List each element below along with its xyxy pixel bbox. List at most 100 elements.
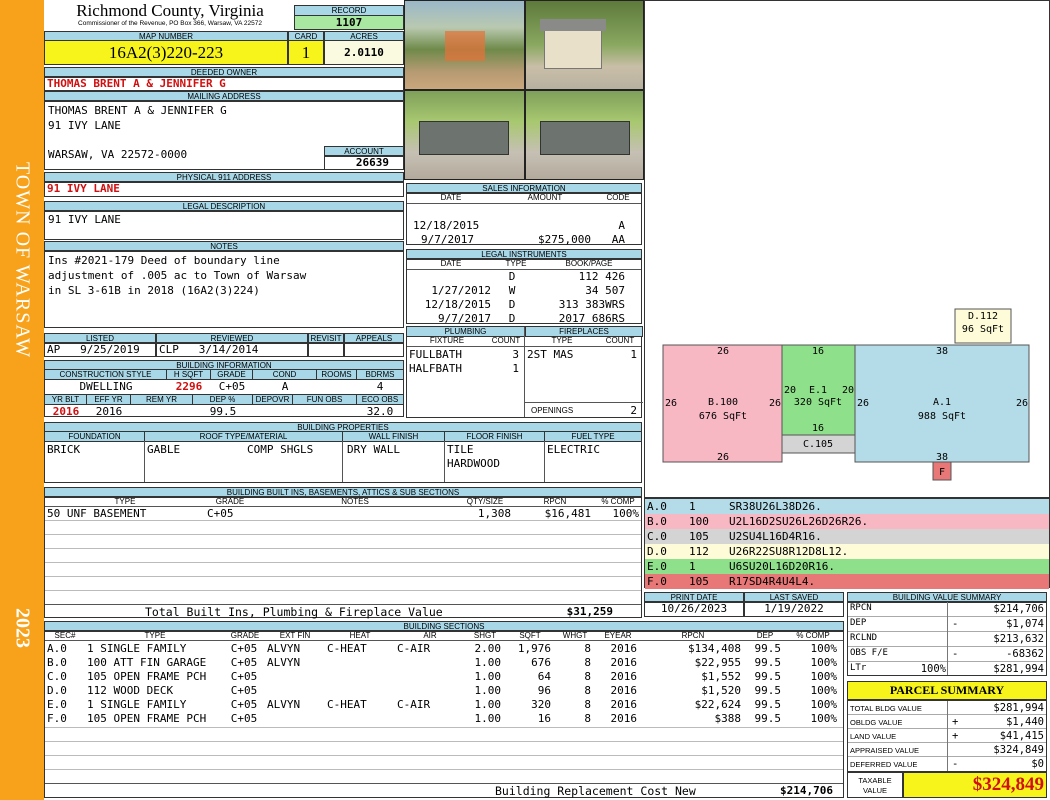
- plumbing-fireplaces: PLUMBING FIREPLACES FIXTURE COUNT TYPE C…: [406, 326, 643, 418]
- inst-book-header: BOOK/PAGE: [565, 259, 613, 268]
- b-dim-right: 26: [769, 398, 781, 409]
- inst-row: 12/18/2015 D 313 383WRS: [407, 298, 643, 312]
- county-header: Richmond County, Virginia Commissioner o…: [46, 2, 294, 28]
- section-cell: F.0: [47, 712, 67, 725]
- sections-col-header: EXT FIN: [279, 631, 311, 640]
- vs-ltr-label: LTr: [850, 663, 867, 673]
- roof-type-value: GABLE: [147, 443, 181, 456]
- inst-date: 9/7/2017: [438, 312, 491, 325]
- photo-house-a: [419, 121, 509, 155]
- e-area: 320 SqFt: [794, 397, 842, 408]
- property-photo-2[interactable]: [525, 0, 644, 90]
- appeals-value: [344, 342, 404, 357]
- mail-line-2: 91 IVY LANE: [48, 119, 121, 132]
- sections-col-header: GRADE: [230, 631, 260, 640]
- inst-type-header: TYPE: [505, 259, 527, 268]
- section-cell: C-HEAT: [327, 642, 367, 655]
- section-cell: 2016: [610, 698, 638, 711]
- section-cell: 2016: [610, 642, 638, 655]
- section-cell: 8: [584, 670, 591, 683]
- bdrms-header: BDRMS: [357, 370, 403, 380]
- props-table: FOUNDATION ROOF TYPE/MATERIAL WALL FINIS…: [44, 431, 642, 483]
- vs-obs-value: -68362: [1006, 648, 1044, 660]
- section-cell: 2016: [610, 684, 638, 697]
- d-area: 96 SqFt: [962, 324, 1004, 335]
- physical-address: 91 IVY LANE: [44, 181, 404, 197]
- county-title: Richmond County, Virginia: [76, 1, 264, 20]
- code-id: A.0: [647, 500, 667, 513]
- building-sketch: D.112 96 SqFt 26 26 26 26 B.100 676 SqFt…: [662, 308, 1030, 481]
- section-cell: C+05: [230, 642, 258, 655]
- section-cell: $1,552: [701, 670, 741, 683]
- ps-land-label: LAND VALUE: [850, 732, 897, 741]
- sales-table: DATE AMOUNT CODE 12/18/2015 A 9/7/2017 $…: [406, 192, 642, 246]
- section-cell: 105 OPEN FRAME PCH: [87, 712, 207, 725]
- b-dim-bottom: 26: [717, 452, 729, 463]
- last-saved-value: 1/19/2022: [744, 601, 844, 617]
- section-cell: $1,520: [701, 684, 741, 697]
- physical-address-text: 91 IVY LANE: [47, 182, 120, 195]
- inst-type: D: [508, 312, 516, 325]
- code-path: U2L16D2SU26L26D26R26.: [729, 515, 869, 528]
- note-line-2: adjustment of .005 ac to Town of Warsaw: [48, 269, 307, 282]
- taxable-label-1: TAXABLE: [858, 776, 892, 785]
- photo-fence: [445, 31, 485, 61]
- section-cell: 105 OPEN FRAME PCH: [87, 670, 207, 683]
- inst-type: D: [508, 298, 516, 311]
- sections-col-header: RPCN: [681, 631, 705, 640]
- sketch-code-row: A.0 1 SR38U26L38D26.: [645, 499, 1049, 514]
- sections-col-header: AIR: [423, 631, 437, 640]
- section-cell: 99.5: [754, 698, 782, 711]
- sections-header-row: SEC# TYPE GRADE EXT FIN HEAT AIR SHGT SQFT WHGT E…: [45, 631, 843, 641]
- funobs-header: FUN OBS: [293, 394, 357, 405]
- code-id: D.0: [647, 545, 667, 558]
- property-photo-4[interactable]: [525, 90, 644, 180]
- effyr-value: 2016: [95, 405, 123, 418]
- instruments-table: DATE TYPE BOOK/PAGE D 112 426 1/27/2012 W 3…: [406, 258, 643, 325]
- section-cell: C-AIR: [397, 642, 431, 655]
- hsqft-header: H SQFT: [167, 370, 211, 380]
- bdrms-value: 4: [376, 380, 384, 393]
- grade-header: GRADE: [211, 370, 253, 380]
- a-area: 988 SqFt: [918, 411, 966, 422]
- property-photo-1[interactable]: [404, 0, 525, 90]
- cond-value: A: [281, 380, 289, 393]
- section-cell: 99.5: [754, 670, 782, 683]
- reviewed-value: CLP 3/14/2014: [156, 342, 308, 357]
- section-cell: 2016: [610, 712, 638, 725]
- revisit-value: [308, 342, 344, 357]
- code-num: 105: [689, 575, 709, 588]
- inst-date-header: DATE: [440, 259, 462, 268]
- sections-col-header: DEP: [756, 631, 774, 640]
- section-cell: C.0: [47, 670, 67, 683]
- property-photo-3[interactable]: [404, 90, 525, 180]
- section-cell: 100%: [810, 684, 838, 697]
- town-label: TOWN OF WARSAW: [11, 161, 34, 359]
- section-cell: 99.5: [754, 684, 782, 697]
- year-label: 2023: [11, 608, 34, 648]
- print-date-value: 10/26/2023: [644, 601, 744, 617]
- note-line-1: Ins #2021-179 Deed of boundary line: [48, 254, 280, 267]
- ps-ob-value: $1,440: [1006, 716, 1044, 728]
- ps-ob-label: OBLDG VALUE: [850, 718, 903, 727]
- fixture-1-count: 3: [512, 348, 519, 361]
- foundation-value: BRICK: [47, 443, 81, 456]
- inst-book: 34 507: [585, 284, 625, 297]
- openings-value: 2: [630, 404, 637, 417]
- section-cell: 8: [584, 712, 591, 725]
- ps-appr-label: APPRAISED VALUE: [850, 746, 920, 755]
- sections-table: SEC# TYPE GRADE EXT FIN HEAT AIR SHGT SQFT WHGT E…: [44, 630, 844, 798]
- section-row: E.0 1 SINGLE FAMILY C+05 ALVYN C-HEAT C-AIR 1.…: [45, 698, 843, 712]
- parcel-summary-title: PARCEL SUMMARY: [847, 681, 1047, 700]
- rooms-header: ROOMS: [317, 370, 357, 380]
- dep-header: DEP %: [193, 394, 253, 405]
- section-cell: ALVYN: [267, 642, 301, 655]
- section-cell: D.0: [47, 684, 67, 697]
- e-dim-left: 20: [784, 385, 796, 396]
- builtins-total-value: $31,259: [566, 605, 613, 618]
- code-path: U6SU20L16D20R16.: [729, 560, 835, 573]
- code-list: A.0 1 SR38U26L38D26. B.0 100 U2L16D2SU26L26D2…: [645, 499, 1049, 589]
- code-id: B.0: [647, 515, 667, 528]
- sale-2-code: AA: [611, 233, 625, 246]
- sales-date-header: DATE: [440, 193, 462, 202]
